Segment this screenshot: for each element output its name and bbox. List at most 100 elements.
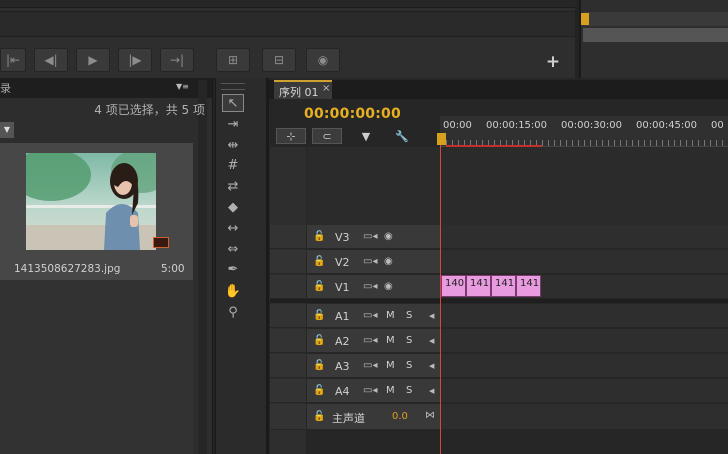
snap-icon[interactable]: ⊹ bbox=[276, 128, 306, 144]
lock-icon[interactable]: 🔓 bbox=[313, 385, 325, 396]
track-select-icon[interactable]: ⇥ bbox=[222, 115, 244, 133]
overwrite-icon[interactable]: ⊟ bbox=[262, 48, 296, 72]
sync-lock-a4[interactable] bbox=[270, 379, 306, 403]
timeline-clip[interactable]: 141 bbox=[516, 275, 541, 297]
step-back-icon[interactable]: |⇤ bbox=[0, 48, 26, 72]
camera-icon[interactable]: ▭◂ bbox=[363, 385, 377, 396]
track-lane-master[interactable] bbox=[441, 404, 728, 430]
ruler-label: 00:00:30:00 bbox=[561, 120, 623, 131]
av-divider[interactable] bbox=[270, 299, 728, 303]
track-lane-a2[interactable] bbox=[441, 329, 728, 353]
playhead-icon[interactable] bbox=[437, 133, 446, 145]
source-scrub-bar[interactable] bbox=[583, 28, 728, 42]
add-button-icon[interactable]: + bbox=[544, 53, 562, 71]
track-lane-v2[interactable] bbox=[441, 250, 728, 274]
track-lane-a1[interactable] bbox=[441, 304, 728, 328]
eye-icon[interactable]: ◉ bbox=[384, 256, 393, 267]
timeline-tab-bar bbox=[269, 80, 728, 99]
selection-icon[interactable]: ↖ bbox=[222, 94, 244, 112]
track-lane-v3[interactable] bbox=[441, 225, 728, 249]
step-frame-back-icon[interactable]: ◀| bbox=[34, 48, 68, 72]
mute-button[interactable]: M bbox=[386, 385, 395, 396]
master-bowtie-icon[interactable]: ⋈ bbox=[425, 410, 435, 421]
master-volume[interactable]: 0.0 bbox=[392, 411, 408, 422]
track-name: A1 bbox=[335, 310, 350, 323]
sync-lock-v2[interactable] bbox=[270, 250, 306, 274]
razor-icon[interactable]: ◆ bbox=[222, 198, 244, 216]
timecode-display[interactable]: 00:00:00:00 bbox=[304, 106, 401, 122]
mute-button[interactable]: M bbox=[386, 310, 395, 321]
lock-icon[interactable]: 🔓 bbox=[313, 411, 325, 422]
sync-lock-a2[interactable] bbox=[270, 329, 306, 353]
source-playhead-icon[interactable] bbox=[581, 13, 589, 25]
sync-lock-master[interactable] bbox=[270, 404, 306, 430]
camera-icon[interactable]: ▭◂ bbox=[363, 256, 377, 267]
track-name: A4 bbox=[335, 385, 350, 398]
eye-icon[interactable]: ◉ bbox=[384, 231, 393, 242]
lock-icon[interactable]: 🔓 bbox=[313, 281, 325, 292]
track-lane-a3[interactable] bbox=[441, 354, 728, 378]
solo-button[interactable]: S bbox=[406, 385, 412, 396]
zoom-icon[interactable]: ⚲ bbox=[222, 303, 244, 321]
ruler-label: 00:00:45:00 bbox=[636, 120, 698, 131]
clip-thumbnail[interactable] bbox=[26, 153, 156, 250]
sync-lock-a3[interactable] bbox=[270, 354, 306, 378]
volume-triangle-icon[interactable]: ◀ bbox=[429, 387, 434, 395]
project-tab-label[interactable]: 录 bbox=[0, 80, 11, 96]
ripple-edit-icon[interactable]: ⇹ bbox=[222, 136, 244, 154]
lock-icon[interactable]: 🔓 bbox=[313, 231, 325, 242]
lock-icon[interactable]: 🔓 bbox=[313, 335, 325, 346]
eye-icon[interactable]: ◉ bbox=[384, 281, 393, 292]
camera-icon[interactable]: ▭◂ bbox=[363, 360, 377, 371]
timeline-clip[interactable]: 141 bbox=[491, 275, 516, 297]
mute-button[interactable]: M bbox=[386, 360, 395, 371]
monitor-title-strip bbox=[0, 0, 575, 8]
lock-icon[interactable]: 🔓 bbox=[313, 310, 325, 321]
panel-grip[interactable] bbox=[221, 83, 245, 90]
slip-icon[interactable]: ↔ bbox=[222, 219, 244, 237]
project-scrollbar[interactable] bbox=[198, 80, 207, 454]
volume-triangle-icon[interactable]: ◀ bbox=[429, 362, 434, 370]
sync-lock-a1[interactable] bbox=[270, 304, 306, 328]
camera-icon[interactable]: ▭◂ bbox=[363, 281, 377, 292]
export-frame-icon[interactable]: ◉ bbox=[306, 48, 340, 72]
camera-icon[interactable]: ▭◂ bbox=[363, 231, 377, 242]
rolling-edit-icon[interactable]: # bbox=[222, 156, 244, 174]
slide-icon[interactable]: ⇔ bbox=[222, 240, 244, 258]
track-lane-a4[interactable] bbox=[441, 379, 728, 403]
solo-button[interactable]: S bbox=[406, 360, 412, 371]
source-ruler[interactable] bbox=[583, 12, 728, 26]
mute-button[interactable]: M bbox=[386, 335, 395, 346]
wrench-icon[interactable]: 🔧 bbox=[394, 128, 410, 144]
solo-button[interactable]: S bbox=[406, 310, 412, 321]
timeline-clip[interactable]: 140 bbox=[441, 275, 466, 297]
selection-count: 4 项已选择，共 5 项 bbox=[94, 103, 205, 117]
step-forward-icon[interactable]: →| bbox=[160, 48, 194, 72]
linked-selection-icon[interactable]: ⊂ bbox=[312, 128, 342, 144]
hand-icon[interactable]: ✋ bbox=[222, 282, 244, 300]
rate-stretch-icon[interactable]: ⇄ bbox=[222, 177, 244, 195]
lock-icon[interactable]: 🔓 bbox=[313, 360, 325, 371]
sync-lock-v3[interactable] bbox=[270, 225, 306, 249]
camera-icon[interactable]: ▭◂ bbox=[363, 335, 377, 346]
add-marker-icon[interactable]: ▼ bbox=[359, 128, 373, 144]
volume-triangle-icon[interactable]: ◀ bbox=[429, 337, 434, 345]
timeline-clip[interactable]: 141 bbox=[466, 275, 491, 297]
track-name: A2 bbox=[335, 335, 350, 348]
lock-icon[interactable]: 🔓 bbox=[313, 256, 325, 267]
close-icon[interactable]: × bbox=[322, 83, 330, 94]
pen-icon[interactable]: ✒ bbox=[222, 260, 244, 278]
monitor-scrub-bar[interactable] bbox=[0, 11, 575, 37]
camera-icon[interactable]: ▭◂ bbox=[363, 310, 377, 321]
panel-menu-icon[interactable]: ▼≡ bbox=[176, 82, 189, 91]
solo-button[interactable]: S bbox=[406, 335, 412, 346]
step-frame-forward-icon[interactable]: |▶ bbox=[118, 48, 152, 72]
chevron-down-icon[interactable]: ▼ bbox=[0, 122, 14, 138]
track-name: V1 bbox=[335, 281, 350, 294]
play-icon[interactable]: ▶ bbox=[76, 48, 110, 72]
volume-triangle-icon[interactable]: ◀ bbox=[429, 312, 434, 320]
playhead-line[interactable] bbox=[440, 145, 441, 454]
track-name: A3 bbox=[335, 360, 350, 373]
insert-icon[interactable]: ⊞ bbox=[216, 48, 250, 72]
sync-lock-v1[interactable] bbox=[270, 275, 306, 299]
